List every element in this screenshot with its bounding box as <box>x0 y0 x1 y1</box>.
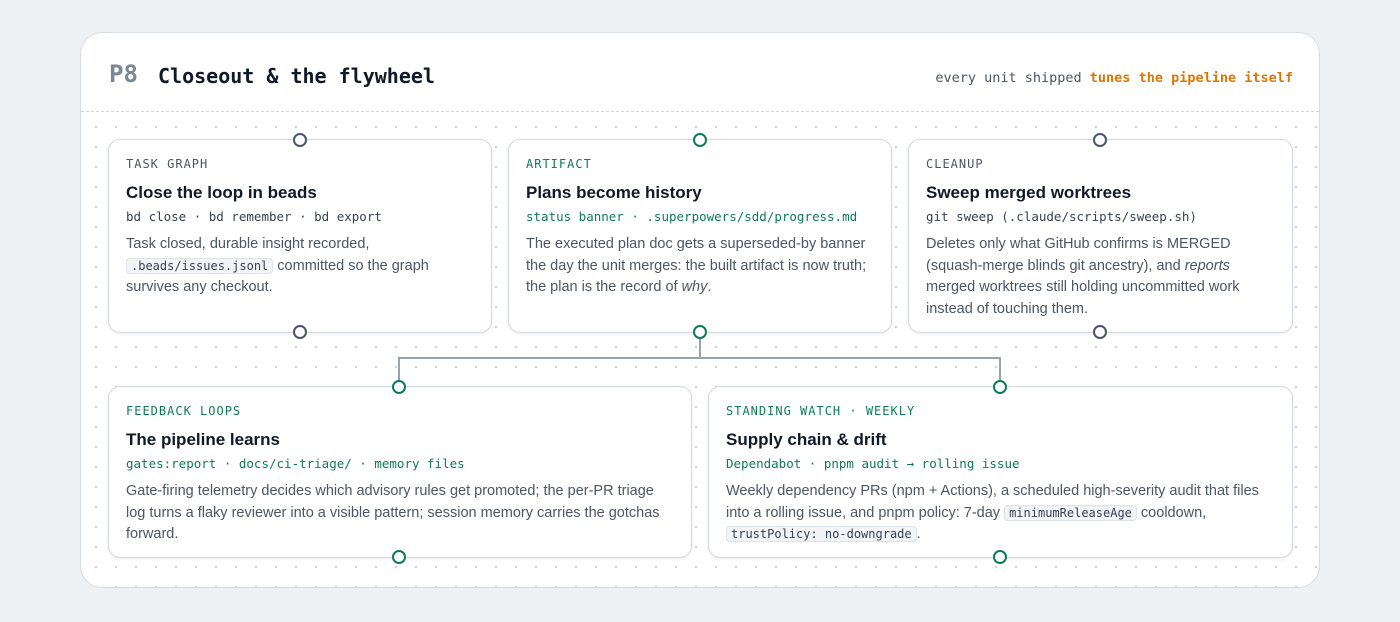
card-standing-watch-bottom-port <box>993 550 1007 564</box>
inline-code: minimumReleaseAge <box>1004 504 1137 521</box>
inline-code: .beads/issues.jsonl <box>126 257 274 274</box>
card-body: Gate-firing telemetry decides which advi… <box>126 481 677 546</box>
card-artifact-bottom-port <box>693 325 707 339</box>
card-title: Plans become history <box>526 183 702 202</box>
card-title: Close the loop in beads <box>126 183 317 202</box>
body-text: Gate-firing telemetry decides which advi… <box>126 483 660 542</box>
tagline: every unit shipped tunes the pipeline it… <box>935 70 1293 86</box>
card-standing-watch-top-port <box>993 380 1007 394</box>
card-task-graph: TASK GRAPH Close the loop in beads bd cl… <box>108 139 492 333</box>
card-feedback-loops-top-port <box>392 380 406 394</box>
body-emphasis: why <box>681 279 708 295</box>
card-task-graph-top-port <box>293 133 307 147</box>
card-body: Weekly dependency PRs (npm + Actions), a… <box>726 481 1278 546</box>
card-body: The executed plan doc gets a superseded-… <box>526 234 877 299</box>
phase-title: Closeout & the flywheel <box>158 64 435 88</box>
card-title: The pipeline learns <box>126 430 280 449</box>
card-artifact: ARTIFACT Plans become history status ban… <box>508 139 892 333</box>
card-title: Sweep merged worktrees <box>926 183 1132 202</box>
inline-code: trustPolicy: no-downgrade <box>726 526 917 542</box>
phase-label: P8 <box>109 60 138 88</box>
body-text: . <box>916 526 921 542</box>
body-text: merged worktrees still holding uncommitt… <box>926 279 1240 317</box>
tagline-emphasis: tunes the pipeline itself <box>1089 70 1293 86</box>
card-eyebrow: STANDING WATCH · WEEKLY <box>726 404 916 418</box>
card-cleanup-top-port <box>1093 133 1107 147</box>
tagline-plain: every unit shipped <box>935 70 1090 86</box>
body-text: cooldown, <box>1136 504 1207 521</box>
card-eyebrow: CLEANUP <box>926 157 984 171</box>
card-artifact-top-port <box>693 133 707 147</box>
card-feedback-loops-bottom-port <box>392 550 406 564</box>
card-cleanup-bottom-port <box>1093 325 1107 339</box>
panel-header: P8 Closeout & the flywheel every unit sh… <box>81 33 1319 112</box>
card-eyebrow: ARTIFACT <box>526 157 592 171</box>
card-command: Dependabot · pnpm audit → rolling issue <box>726 456 1020 471</box>
body-text: . <box>707 279 712 295</box>
card-command: bd close · bd remember · bd export <box>126 209 382 224</box>
card-standing-watch: STANDING WATCH · WEEKLY Supply chain & d… <box>708 386 1293 558</box>
card-body: Deletes only what GitHub confirms is MER… <box>926 234 1278 320</box>
card-task-graph-bottom-port <box>293 325 307 339</box>
card-command: git sweep (.claude/scripts/sweep.sh) <box>926 209 1197 224</box>
card-command: status banner · .superpowers/sdd/progres… <box>526 209 858 224</box>
card-eyebrow: TASK GRAPH <box>126 157 209 171</box>
card-cleanup: CLEANUP Sweep merged worktrees git sweep… <box>908 139 1293 333</box>
card-command: gates:report · docs/ci-triage/ · memory … <box>126 456 465 471</box>
body-emphasis: reports <box>1184 257 1230 274</box>
card-title: Supply chain & drift <box>726 430 887 449</box>
card-feedback-loops: FEEDBACK LOOPS The pipeline learns gates… <box>108 386 692 558</box>
card-eyebrow: FEEDBACK LOOPS <box>126 404 242 418</box>
body-text: Task closed, durable insight recorded, <box>126 236 370 252</box>
card-body: Task closed, durable insight recorded, .… <box>126 234 477 299</box>
